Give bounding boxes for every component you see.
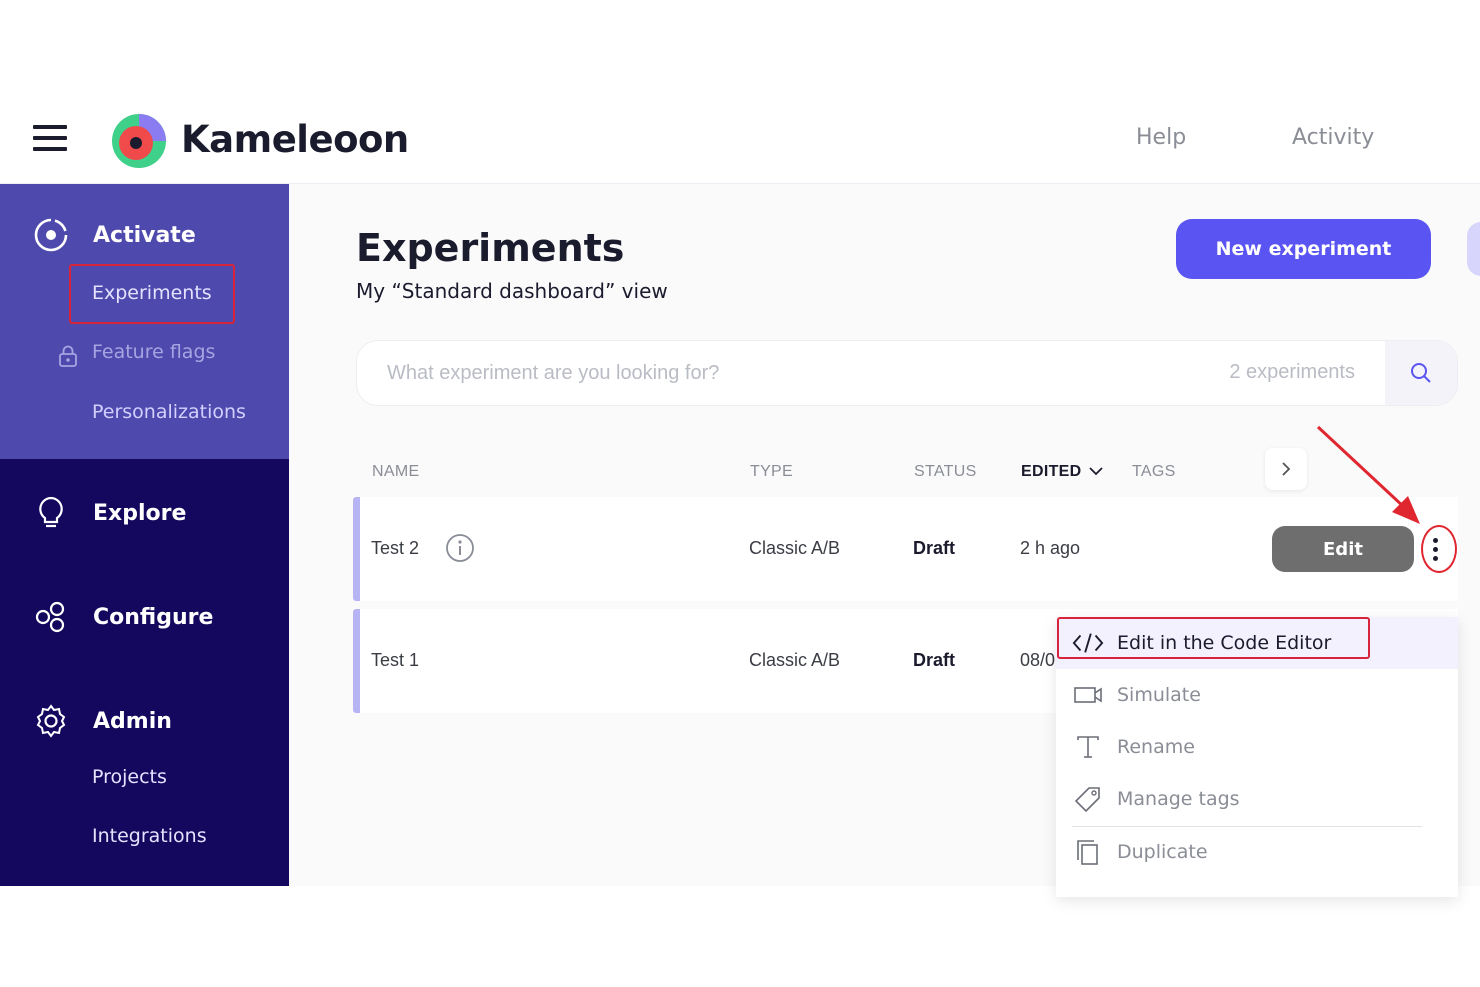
column-header-tags[interactable]: TAGS	[1132, 463, 1176, 481]
experiment-count: 2 experiments	[1229, 361, 1355, 383]
table-row[interactable]: Test 2 Classic A/B Draft 2 h ago Edit	[353, 497, 1458, 601]
kameleoon-logo-icon	[112, 114, 166, 168]
search-button[interactable]	[1385, 341, 1457, 405]
row-accent-bar	[353, 609, 360, 713]
code-editor-highlight-box	[1057, 617, 1370, 659]
search-icon	[1411, 363, 1431, 383]
info-icon[interactable]	[445, 533, 475, 563]
sidebar-item-activate[interactable]: Activate	[33, 217, 196, 253]
lock-icon	[59, 345, 77, 367]
sidebar-item-explore[interactable]: Explore	[33, 495, 186, 531]
menu-item-label: Rename	[1117, 736, 1195, 758]
page-subtitle: My “Standard dashboard” view	[356, 279, 668, 303]
experiments-highlight-box	[69, 264, 235, 324]
text-icon	[1072, 733, 1104, 761]
sidebar: Activate Experiments Feature flags Perso…	[0, 184, 289, 886]
row-status: Draft	[913, 650, 956, 670]
sidebar-item-feature-flags[interactable]: Feature flags	[92, 341, 215, 363]
menu-item-duplicate[interactable]: Duplicate	[1056, 826, 1458, 878]
sidebar-item-integrations[interactable]: Integrations	[92, 825, 207, 847]
top-bar: Kameleoon Help Activity	[0, 96, 1480, 184]
row-name: Test 2	[371, 538, 420, 558]
row-type: Classic A/B	[749, 650, 841, 670]
column-header-type[interactable]: TYPE	[750, 463, 793, 481]
search-bar: 2 experiments	[356, 340, 1458, 406]
row-context-menu: Edit in the Code Editor Simulate Rename …	[1056, 617, 1458, 897]
sidebar-item-projects[interactable]: Projects	[92, 766, 167, 788]
sidebar-item-label: Activate	[93, 222, 196, 248]
more-options-highlight-circle	[1421, 525, 1457, 573]
sidebar-item-label: Admin	[93, 708, 172, 734]
menu-item-label: Manage tags	[1117, 788, 1240, 810]
row-edited: 08/0	[1020, 650, 1056, 670]
sort-chevron-down-icon[interactable]	[1088, 465, 1104, 477]
row-edited: 2 h ago	[1020, 538, 1081, 558]
edit-button[interactable]: Edit	[1272, 526, 1414, 572]
row-status: Draft	[913, 538, 956, 558]
menu-item-label: Simulate	[1117, 684, 1201, 706]
page-title: Experiments	[356, 226, 625, 270]
chevron-right-icon	[1282, 462, 1291, 476]
side-panel-tab[interactable]	[1467, 222, 1480, 276]
column-header-name[interactable]: NAME	[372, 463, 419, 481]
menu-item-simulate[interactable]: Simulate	[1056, 669, 1458, 721]
help-link[interactable]: Help	[1136, 125, 1186, 150]
camera-icon	[1072, 681, 1104, 709]
sidebar-item-personalizations[interactable]: Personalizations	[92, 401, 246, 423]
gear-icon	[36, 704, 66, 738]
row-type: Classic A/B	[749, 538, 841, 558]
scroll-columns-right-button[interactable]	[1265, 448, 1307, 490]
app-window: Kameleoon Help Activity Activate Experim…	[0, 96, 1480, 897]
tag-icon	[1072, 785, 1104, 813]
duplicate-icon	[1072, 838, 1104, 866]
menu-item-label: Duplicate	[1117, 841, 1208, 863]
row-name: Test 1	[371, 650, 420, 670]
column-header-edited[interactable]: EDITED	[1021, 463, 1081, 481]
hamburger-menu-icon[interactable]	[33, 125, 67, 153]
row-accent-bar	[353, 497, 360, 601]
sidebar-item-label: Configure	[93, 604, 214, 630]
configure-icon	[35, 601, 65, 633]
sidebar-activate-section: Activate Experiments Feature flags Perso…	[0, 184, 289, 459]
sidebar-item-label: Explore	[93, 500, 187, 526]
sidebar-item-admin[interactable]: Admin	[33, 703, 172, 739]
menu-item-rename[interactable]: Rename	[1056, 721, 1458, 773]
sidebar-item-configure[interactable]: Configure	[33, 599, 213, 635]
new-experiment-button[interactable]: New experiment	[1176, 219, 1431, 279]
activate-icon	[34, 218, 68, 252]
brand-name: Kameleoon	[181, 118, 409, 161]
column-header-status[interactable]: STATUS	[914, 463, 977, 481]
lightbulb-icon	[39, 496, 63, 528]
activity-link[interactable]: Activity	[1292, 125, 1374, 150]
menu-item-manage-tags[interactable]: Manage tags	[1056, 773, 1458, 825]
